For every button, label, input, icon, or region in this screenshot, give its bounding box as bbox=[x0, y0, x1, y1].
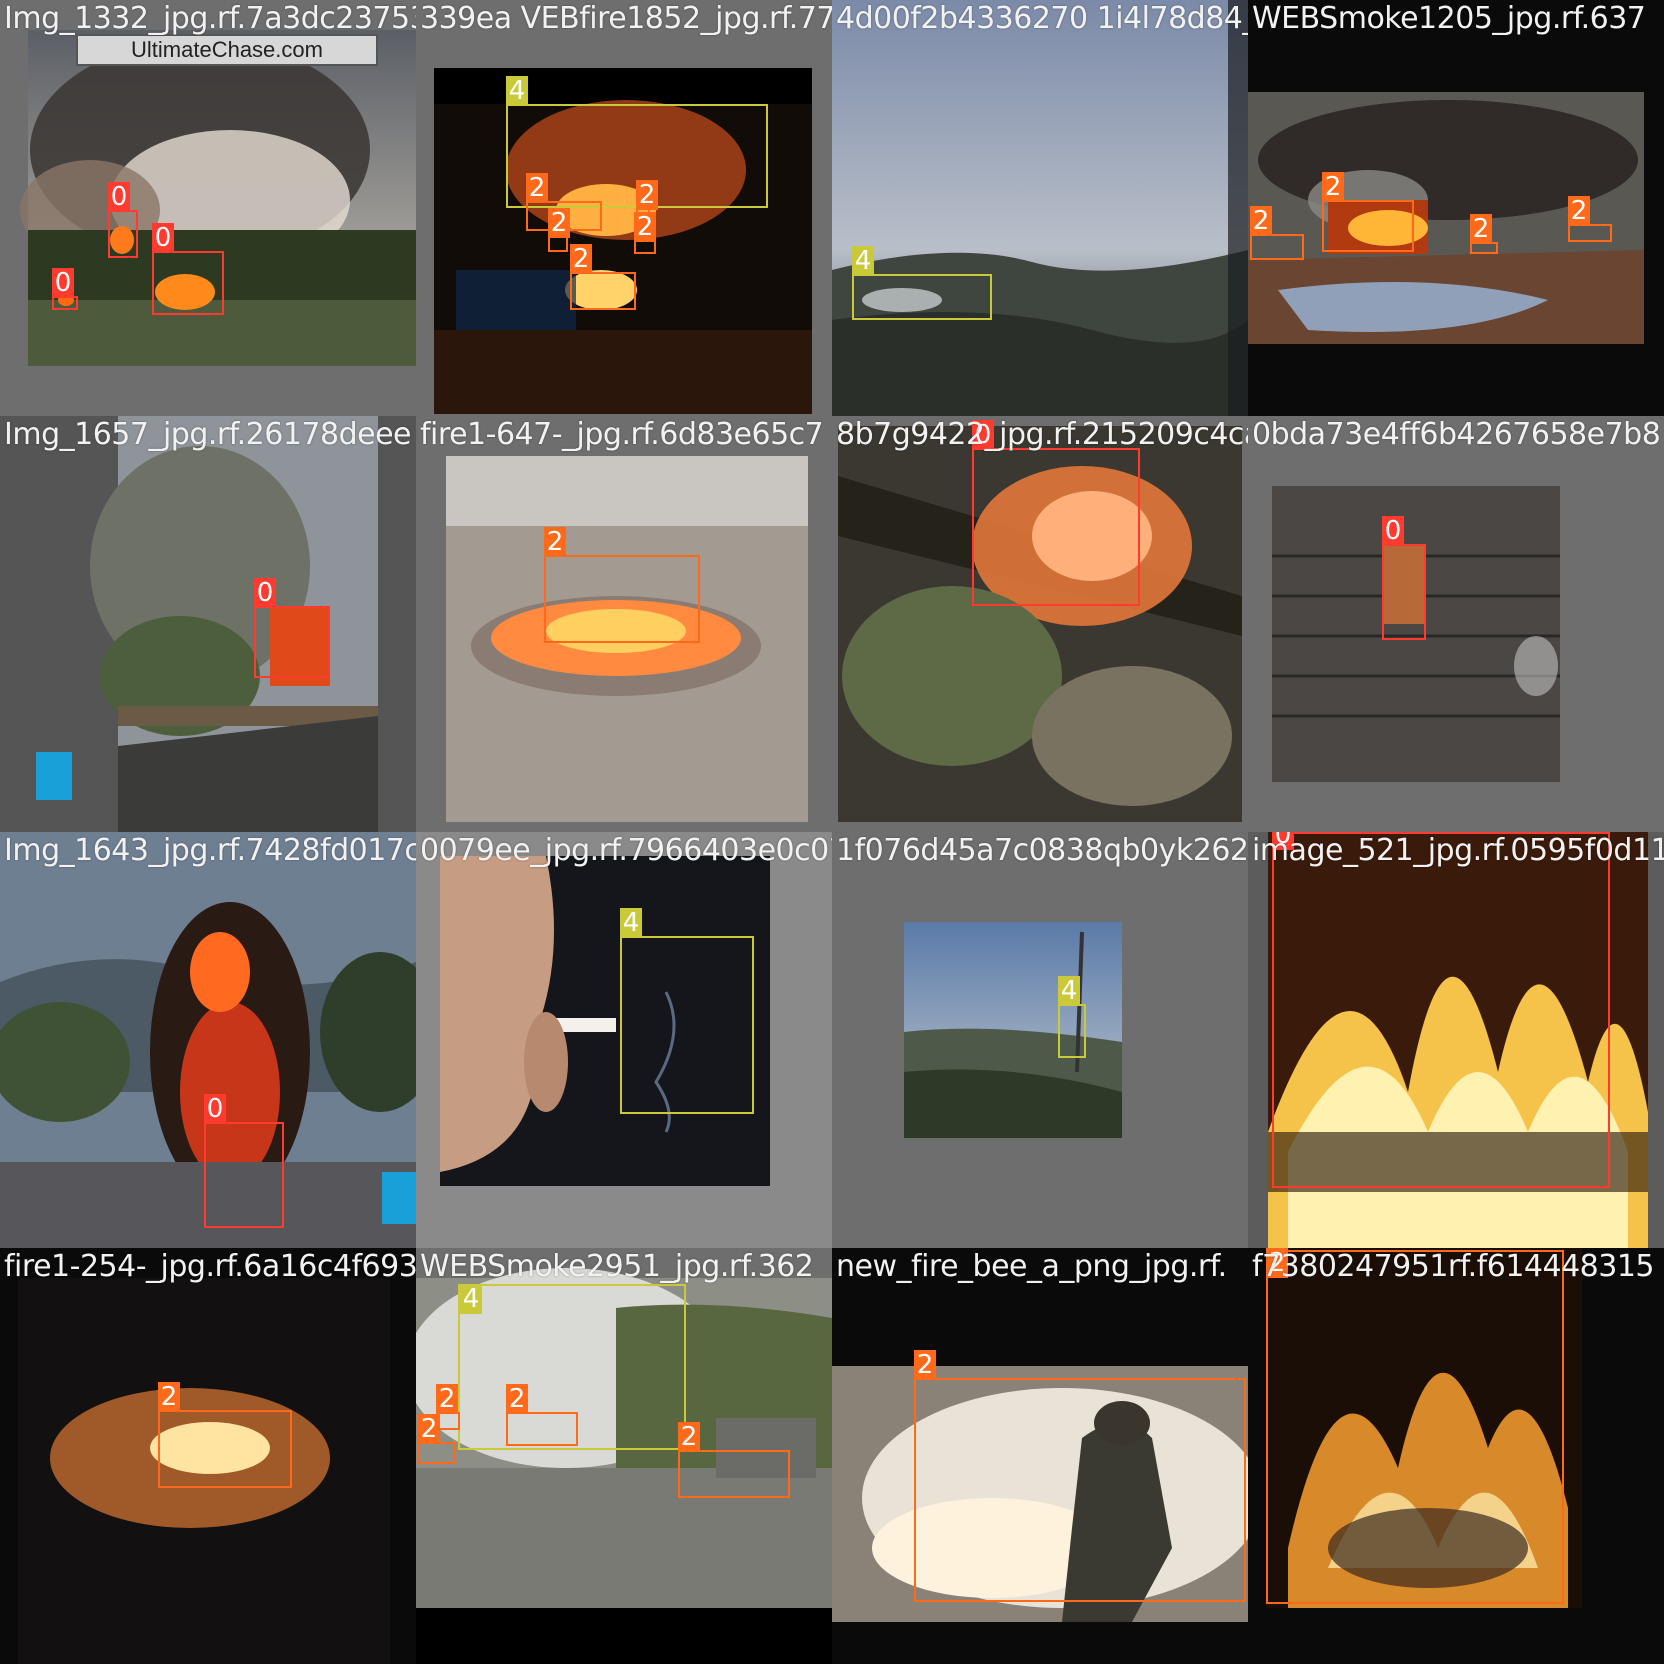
photo-temple-steps-fire bbox=[1272, 486, 1560, 782]
tile-15: f7380247951rf.f614448315 2 bbox=[1248, 1248, 1664, 1664]
detection-box: 0 bbox=[108, 182, 138, 258]
tile-filename: 4d00f2b4336270 1i4l78d84_WEBSmoke1205_jp… bbox=[836, 1, 1248, 36]
class-label: 2 bbox=[418, 1414, 440, 1444]
photo-night-building-fire bbox=[434, 68, 812, 414]
tile-filename: WEBSmoke2951_jpg.rf.362 bbox=[420, 1249, 814, 1284]
class-label: 2 bbox=[914, 1350, 936, 1380]
class-label: 0 bbox=[52, 268, 74, 298]
tile-filename: 1f076d45a7c0838qb0yk262 bbox=[836, 833, 1248, 868]
class-label: 2 bbox=[634, 212, 656, 242]
tile-filename: image_521_jpg.rf.0595f0d113e bbox=[1252, 833, 1664, 868]
detection-box: 4 bbox=[1058, 976, 1086, 1058]
tile-0: UltimateChase.com Img_1332_jpg.rf.7a3dc2… bbox=[0, 0, 416, 416]
tile-14: new_fire_bee_a_png_jpg.rf. 2 bbox=[832, 1248, 1248, 1664]
class-label: 2 bbox=[436, 1384, 458, 1414]
photo-industrial-fire bbox=[1248, 92, 1644, 344]
tile-filename: 8b7g9422_jpg.rf.215209c4ca0 bbox=[836, 417, 1248, 452]
tile-2: 4d00f2b4336270 1i4l78d84_WEBSmoke1205_jp… bbox=[832, 0, 1248, 416]
class-label: 2 bbox=[1568, 196, 1590, 226]
class-label: 2 bbox=[506, 1384, 528, 1414]
detection-box: 0 bbox=[254, 578, 330, 678]
class-label: 0 bbox=[1382, 516, 1404, 546]
class-label: 4 bbox=[852, 246, 874, 276]
detection-box: 2 bbox=[506, 1384, 578, 1446]
photo-hill-camera-smoke bbox=[904, 922, 1122, 1138]
tile-filename: Img_1657_jpg.rf.26178deee bbox=[4, 417, 412, 452]
class-label: 2 bbox=[1250, 206, 1272, 236]
class-label: 4 bbox=[620, 908, 642, 938]
detection-box: 4 bbox=[620, 908, 754, 1114]
tile-11: image_521_jpg.rf.0595f0d113e 0 bbox=[1248, 832, 1664, 1248]
detection-box: 2 bbox=[914, 1350, 1246, 1602]
detection-grid: UltimateChase.com Img_1332_jpg.rf.7a3dc2… bbox=[0, 0, 1664, 1664]
class-label: 2 bbox=[548, 208, 570, 238]
tile-5: fire1-647-_jpg.rf.6d83e65c7 2 bbox=[416, 416, 832, 832]
class-label: 4 bbox=[506, 76, 528, 106]
tile-filename: fire1-254-_jpg.rf.6a16c4f693 bbox=[4, 1249, 416, 1284]
tile-8: Img_1643_jpg.rf.7428fd017c 0 bbox=[0, 832, 416, 1248]
class-label: 2 bbox=[678, 1422, 700, 1452]
detection-box: 2 bbox=[544, 527, 700, 643]
detection-box: 0 bbox=[204, 1094, 284, 1228]
class-label: 0 bbox=[108, 182, 130, 212]
tile-filename: new_fire_bee_a_png_jpg.rf. bbox=[836, 1249, 1227, 1284]
detection-box: 0 bbox=[152, 223, 224, 315]
class-label: 0 bbox=[152, 223, 174, 253]
detection-box: 2 bbox=[1470, 214, 1498, 254]
class-label: 2 bbox=[544, 527, 566, 557]
detection-box: 2 bbox=[1250, 206, 1304, 260]
detection-box: 2 bbox=[1266, 1248, 1564, 1604]
detection-box: 0 bbox=[972, 420, 1140, 606]
detection-box: 0 bbox=[52, 268, 78, 310]
detection-box: 2 bbox=[418, 1414, 456, 1464]
class-label: 2 bbox=[570, 244, 592, 274]
detection-box: 2 bbox=[158, 1382, 292, 1488]
class-label: 2 bbox=[636, 180, 658, 210]
tile-filename: f7380247951rf.f614448315 bbox=[1252, 1249, 1655, 1284]
tile-filename: 0bda73e4ff6b4267658e7b8 bbox=[1252, 417, 1661, 452]
tile-filename: Img_1643_jpg.rf.7428fd017c bbox=[4, 833, 416, 868]
class-label: 4 bbox=[1058, 976, 1080, 1006]
detection-box: 0 bbox=[1382, 516, 1426, 640]
tile-7: 0bda73e4ff6b4267658e7b8 0 bbox=[1248, 416, 1664, 832]
tile-6: 8b7g9422_jpg.rf.215209c4ca0 0 bbox=[832, 416, 1248, 832]
detection-box: 4 bbox=[852, 246, 992, 320]
watermark-logo: UltimateChase.com bbox=[76, 34, 378, 66]
tile-1: 339ea VEBfire1852_jpg.rf.774d00f2b433627… bbox=[416, 0, 832, 416]
detection-box: 2 bbox=[1322, 172, 1414, 252]
tile-filename: fire1-647-_jpg.rf.6d83e65c7 bbox=[420, 417, 824, 452]
class-label: 2 bbox=[158, 1382, 180, 1412]
detection-box: 2 bbox=[634, 212, 656, 254]
photo-roadside-tree-fire bbox=[0, 416, 416, 832]
detection-box: 2 bbox=[678, 1422, 790, 1498]
class-label: 2 bbox=[1322, 172, 1344, 202]
tile-filename: WEBSmoke1205_jpg.rf.637 bbox=[1252, 1, 1646, 36]
class-label: 4 bbox=[460, 1284, 482, 1314]
class-label: 2 bbox=[526, 173, 548, 203]
tile-3: WEBSmoke1205_jpg.rf.637 2 2 2 2 bbox=[1248, 0, 1664, 416]
tile-9: 0079ee_jpg.rf.7966403e0c07e 4 bbox=[416, 832, 832, 1248]
detection-box: 2 bbox=[570, 244, 636, 310]
tile-filename: 339ea VEBfire1852_jpg.rf.774d00f2b433627… bbox=[420, 1, 832, 36]
class-label: 0 bbox=[204, 1094, 226, 1124]
class-label: 2 bbox=[1470, 214, 1492, 244]
tile-13: WEBSmoke2951_jpg.rf.362 4 2 2 2 2 bbox=[416, 1248, 832, 1664]
tile-10: 1f076d45a7c0838qb0yk262 4 bbox=[832, 832, 1248, 1248]
tile-12: fire1-254-_jpg.rf.6a16c4f693 2 bbox=[0, 1248, 416, 1664]
detection-box: 2 bbox=[1568, 196, 1612, 242]
class-label: 0 bbox=[254, 578, 276, 608]
detection-box: 2 bbox=[548, 208, 570, 252]
tile-4: Img_1657_jpg.rf.26178deee 0 bbox=[0, 416, 416, 832]
tile-filename: Img_1332_jpg.rf.7a3dc2375339ea VEBfire18… bbox=[4, 1, 416, 36]
photo-landscape-smoke bbox=[832, 0, 1248, 416]
detection-box: 0 bbox=[1272, 832, 1610, 1188]
tile-filename: 0079ee_jpg.rf.7966403e0c07e bbox=[420, 833, 832, 868]
